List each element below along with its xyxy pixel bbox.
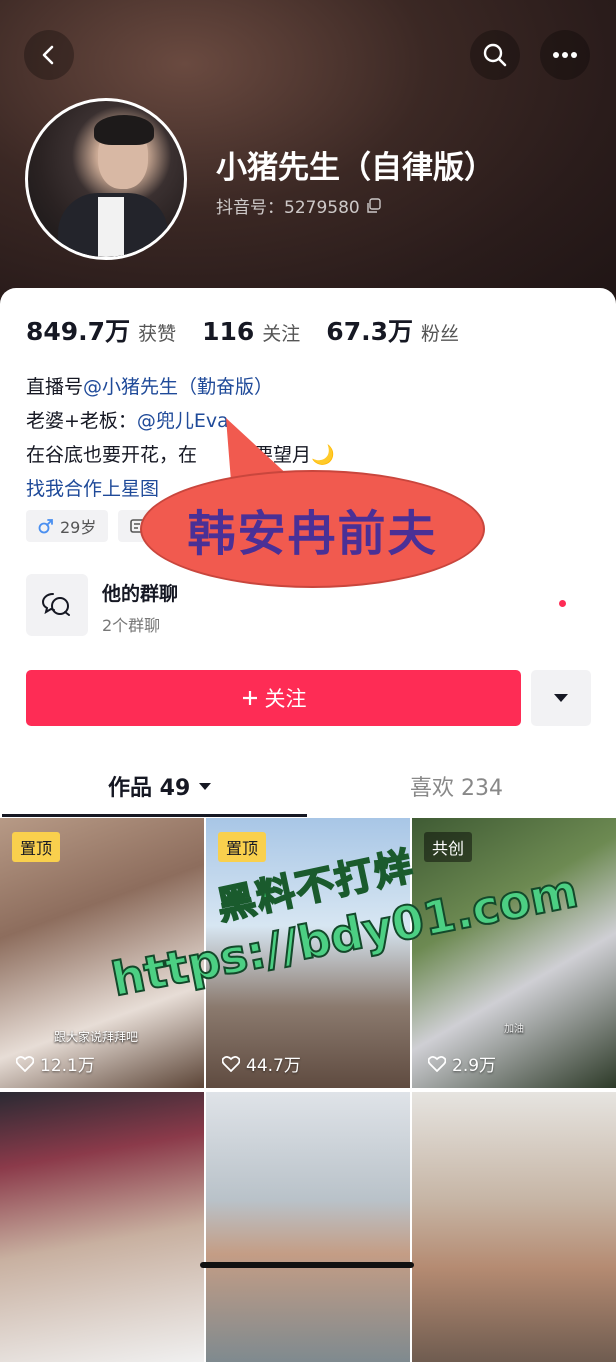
followers-count[interactable]: 67.3万 bbox=[326, 312, 413, 348]
pinned-badge: 置顶 bbox=[12, 832, 61, 862]
search-button[interactable] bbox=[470, 30, 520, 80]
video-thumbnail[interactable] bbox=[206, 1092, 410, 1362]
chat-bubbles-icon bbox=[26, 574, 88, 636]
more-dots-icon bbox=[553, 52, 577, 58]
chevron-left-icon bbox=[42, 45, 54, 65]
male-icon bbox=[38, 519, 53, 534]
like-count-text: 12.1万 bbox=[40, 1056, 95, 1076]
like-count: 2.9万 bbox=[428, 1051, 496, 1076]
heart-icon bbox=[428, 1055, 446, 1072]
video-thumbnail[interactable] bbox=[412, 1092, 616, 1362]
recommend-dropdown-button[interactable] bbox=[531, 670, 591, 726]
overlay-speech-bubble: 韩安冉前夫 bbox=[140, 418, 485, 588]
follow-label: 关注 bbox=[264, 687, 307, 711]
like-count: 12.1万 bbox=[16, 1051, 95, 1076]
tab-works-label: 作品 49 bbox=[108, 776, 191, 801]
group-chat-row[interactable]: 他的群聊 2个群聊 bbox=[26, 574, 590, 638]
pinned-badge: 置顶 bbox=[218, 832, 267, 862]
partner-account-link[interactable]: @兜儿Eva bbox=[137, 410, 229, 432]
age-text: 29岁 bbox=[60, 518, 97, 537]
search-icon bbox=[483, 43, 507, 67]
tab-active-indicator bbox=[2, 814, 307, 817]
notification-dot bbox=[559, 600, 566, 607]
plus-icon bbox=[242, 691, 257, 705]
tab-works[interactable]: 作品 49 bbox=[108, 770, 212, 802]
group-chat-count: 2个群聊 bbox=[102, 616, 161, 635]
video-thumbnail[interactable]: 共创 加油 2.9万 bbox=[412, 818, 616, 1088]
douyin-id[interactable]: 抖音号：5279580 bbox=[216, 193, 382, 218]
heart-icon bbox=[16, 1055, 34, 1072]
copy-icon bbox=[367, 197, 381, 213]
video-caption: 跟大家说拜拜吧 bbox=[54, 1030, 139, 1044]
followers-label[interactable]: 粉丝 bbox=[421, 319, 459, 346]
like-count-text: 44.7万 bbox=[246, 1056, 301, 1076]
heart-icon bbox=[222, 1055, 240, 1072]
group-chat-title: 他的群聊 bbox=[102, 583, 179, 605]
gender-age-tag: 29岁 bbox=[26, 510, 109, 542]
tab-likes[interactable]: 喜欢 234 bbox=[410, 770, 503, 802]
live-account-link[interactable]: @小猪先生（勤奋版） bbox=[83, 376, 273, 398]
video-caption: 加油 bbox=[504, 1024, 524, 1035]
douyin-id-text: 抖音号：5279580 bbox=[216, 198, 360, 218]
caret-down-icon bbox=[554, 694, 568, 702]
avatar[interactable] bbox=[25, 98, 187, 260]
caret-down-icon bbox=[199, 782, 212, 790]
bio-line-live: 直播号@小猪先生（勤奋版） bbox=[26, 372, 273, 399]
following-label[interactable]: 关注 bbox=[262, 319, 300, 346]
like-count-text: 2.9万 bbox=[452, 1056, 497, 1076]
bio-text: 直播号 bbox=[26, 376, 84, 398]
overlay-text: 韩安冉前夫 bbox=[187, 506, 438, 562]
follow-button[interactable]: 关注 bbox=[26, 670, 521, 726]
likes-label: 获赞 bbox=[138, 323, 177, 345]
like-count: 44.7万 bbox=[222, 1051, 301, 1076]
home-indicator[interactable] bbox=[200, 1262, 414, 1268]
more-button[interactable] bbox=[540, 30, 590, 80]
profile-name: 小猪先生（自律版） bbox=[216, 150, 495, 186]
collab-badge: 共创 bbox=[424, 832, 473, 862]
following-count[interactable]: 116 bbox=[202, 317, 254, 346]
bio-line-partner: 老婆+老板：@兜儿Eva bbox=[26, 406, 229, 433]
stats-row: 849.7万 获赞 116 关注 67.3万 粉丝 bbox=[26, 312, 485, 348]
video-thumbnail[interactable] bbox=[0, 1092, 204, 1362]
back-button[interactable] bbox=[24, 30, 74, 80]
bio-text: 老婆+老板： bbox=[26, 410, 137, 432]
likes-count: 849.7万 bbox=[26, 317, 131, 346]
